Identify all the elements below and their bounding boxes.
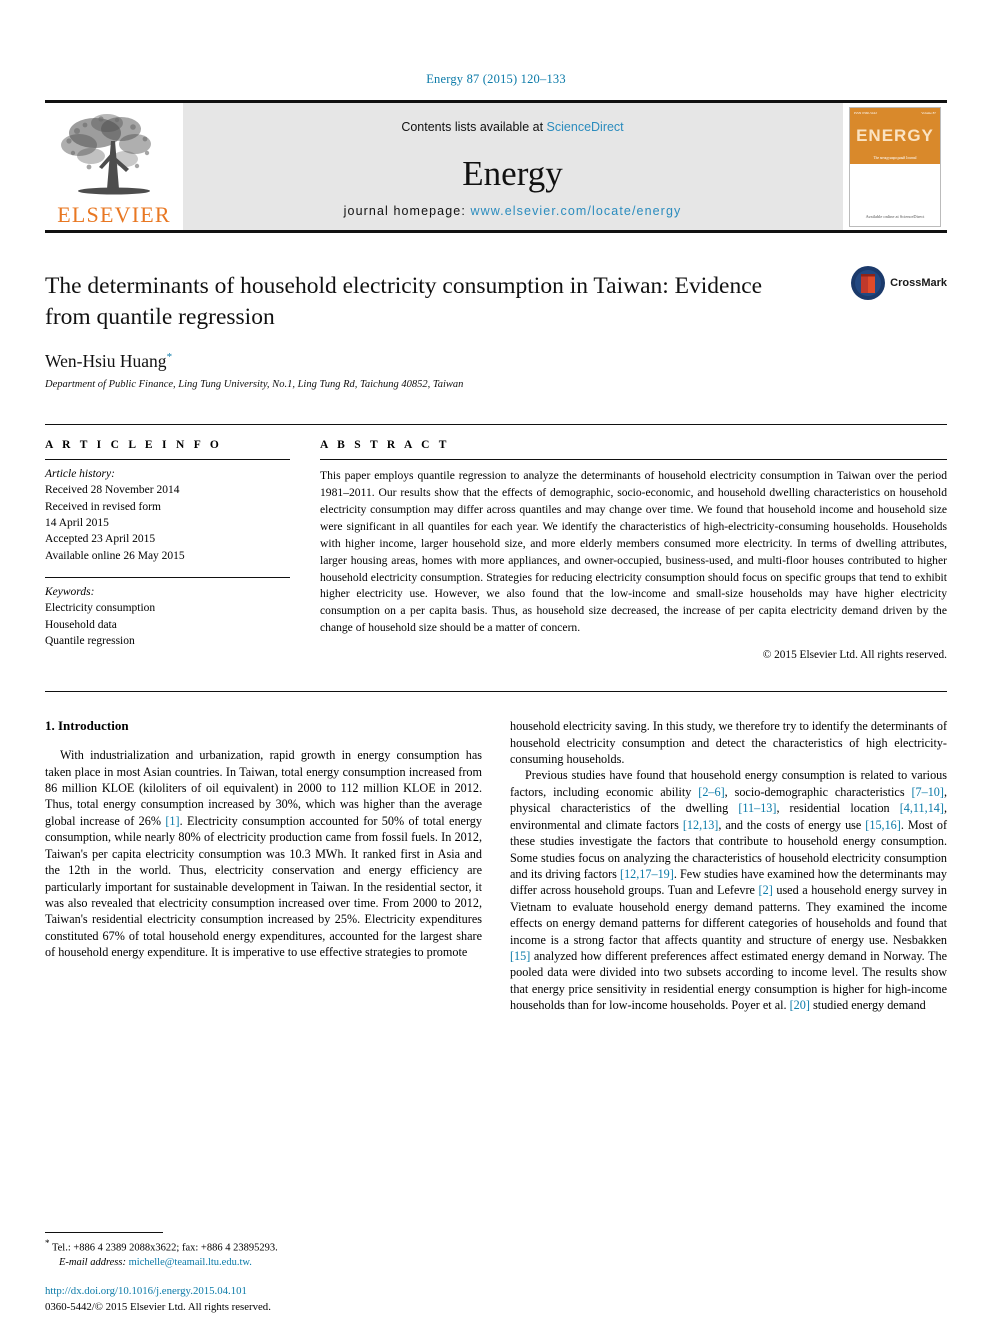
cover-image: ISSN 0360-5442 Volume 87 ENERGY The межд… — [849, 107, 941, 227]
crossmark-icon — [851, 266, 886, 300]
abstract-heading: A B S T R A C T — [320, 439, 450, 452]
intro-paragraph-left: With industrialization and urbanization,… — [45, 747, 482, 960]
citation-ref-12-13[interactable]: [12,13] — [683, 818, 719, 832]
copyright-line: © 2015 Elsevier Ltd. All rights reserved… — [762, 649, 947, 662]
article-info-heading: A R T I C L E I N F O — [45, 439, 223, 452]
keyword-item: Electricity consumption — [45, 602, 156, 615]
history-item: Available online 26 May 2015 — [45, 549, 185, 562]
footnote-telephone: Tel.: +886 4 2389 2088x3622; fax: +886 4… — [51, 1242, 278, 1254]
footnote-rule — [45, 1231, 163, 1233]
running-head: Energy 87 (2015) 120–133 — [426, 72, 566, 86]
citation-ref-7-10[interactable]: [7–10] — [911, 785, 944, 799]
citation-ref-12-17-19[interactable]: [12,17–19] — [620, 867, 674, 881]
article-page: Energy 87 (2015) 120–133 ELSEVIER Conten… — [0, 0, 992, 1323]
citation-ref-20[interactable]: [20] — [790, 998, 810, 1012]
info-abstract-section: A R T I C L E I N F O Article history: R… — [45, 424, 947, 661]
sciencedirect-link[interactable]: ScienceDirect — [547, 120, 624, 134]
cover-top-meta: ISSN 0360-5442 Volume 87 — [854, 111, 936, 115]
cover-body: Available online at ScienceDirect — [850, 164, 940, 226]
homepage-url-link[interactable]: www.elsevier.com/locate/energy — [470, 204, 681, 218]
doi-link[interactable]: http://dx.doi.org/10.1016/j.energy.2015.… — [45, 1283, 485, 1299]
keyword-item: Household data — [45, 618, 117, 631]
keywords-group: Keywords: Electricity consumption Househ… — [45, 578, 290, 649]
body-column-right: household electricity saving. In this st… — [510, 718, 947, 1013]
footnote-marker: * — [45, 1237, 50, 1248]
corresponding-author-marker[interactable]: * — [167, 351, 173, 363]
author-name: Wen-Hsiu Huang — [45, 351, 167, 372]
journal-masthead: ELSEVIER Contents lists available at Sci… — [45, 100, 947, 230]
cover-issn: ISSN 0360-5442 — [854, 111, 877, 115]
citation-ref-11-13[interactable]: [11–13] — [738, 801, 776, 815]
elsevier-wordmark: ELSEVIER — [57, 202, 171, 227]
body-column-left: 1. Introduction With industrialization a… — [45, 718, 482, 1013]
history-item: 14 April 2015 — [45, 517, 109, 530]
body-separator-rule — [45, 691, 947, 693]
journal-cover-thumbnail: ISSN 0360-5442 Volume 87 ENERGY The межд… — [842, 103, 947, 230]
elsevier-logo: ELSEVIER — [45, 103, 183, 230]
prev-studies-text-b: , socio-demographic characteristics — [724, 784, 905, 799]
article-history-label: Article history: — [45, 468, 115, 481]
homepage-prefix: journal homepage: — [343, 204, 466, 218]
masthead-center: Contents lists available at ScienceDirec… — [183, 103, 842, 230]
section-heading-introduction: 1. Introduction — [45, 718, 129, 734]
citation-ref-15-16[interactable]: [15,16] — [865, 818, 901, 832]
citation-ref-2[interactable]: [2] — [759, 883, 773, 897]
elsevier-tree-icon — [61, 114, 151, 195]
history-item: Accepted 23 April 2015 — [45, 533, 156, 546]
footnote-email-line: E-mail address: michelle@teamail.ltu.edu… — [45, 1256, 475, 1271]
cover-footer-text: Available online at ScienceDirect — [865, 214, 925, 219]
abstract-column: A B S T R A C T This paper employs quant… — [320, 425, 947, 661]
history-item: Received in revised form — [45, 500, 161, 513]
email-address-link[interactable]: michelle@teamail.ltu.edu.tw. — [129, 1257, 252, 1268]
keywords-label: Keywords: — [45, 586, 95, 598]
prev-studies-text-k: studied energy demand — [809, 998, 926, 1013]
prev-studies-text-f: , and the costs of energy use — [718, 817, 862, 832]
page-title: The determinants of household electricit… — [45, 273, 763, 331]
cover-band: ISSN 0360-5442 Volume 87 ENERGY The межд… — [850, 108, 940, 164]
citation-ref-2-6[interactable]: [2–6] — [698, 785, 724, 799]
history-item: Received 28 November 2014 — [45, 484, 180, 497]
intro-left-text-b: . Electricity consumption accounted for … — [45, 813, 482, 960]
journal-homepage-line: journal homepage: www.elsevier.com/locat… — [344, 204, 682, 218]
citation-ref-15[interactable]: [15] — [510, 949, 530, 963]
keyword-item: Quantile regression — [45, 634, 135, 647]
title-block: CrossMark The determinants of household … — [45, 266, 947, 391]
body-columns: 1. Introduction With industrialization a… — [45, 718, 947, 1013]
affiliation: Department of Public Finance, Ling Tung … — [45, 379, 464, 391]
cover-title: ENERGY — [856, 126, 934, 145]
contents-available-line: Contents lists available at ScienceDirec… — [401, 120, 623, 134]
contents-prefix: Contents lists available at — [401, 120, 544, 134]
footnote-block: * Tel.: +886 4 2389 2088x3622; fax: +886… — [45, 1231, 475, 1271]
footnote-contact-line: * Tel.: +886 4 2389 2088x3622; fax: +886… — [45, 1237, 475, 1256]
doi-block: http://dx.doi.org/10.1016/j.energy.2015.… — [45, 1283, 485, 1315]
citation-ref-1[interactable]: [1] — [165, 814, 179, 828]
abstract-body: This paper employs quantile regression t… — [320, 469, 947, 635]
intro-paragraph-right-1: household electricity saving. In this st… — [510, 719, 947, 767]
article-history-group: Article history: Received 28 November 20… — [45, 460, 290, 564]
masthead-bottom-rule — [45, 230, 947, 233]
crossmark-label: CrossMark — [890, 277, 947, 289]
cover-volume: Volume 87 — [921, 111, 936, 115]
citation-ref-4-11-14[interactable]: [4,11,14] — [900, 801, 944, 815]
journal-title: Energy — [462, 154, 563, 193]
cover-tagline: The международный Journal — [873, 156, 917, 160]
issn-copyright-line: 0360-5442/© 2015 Elsevier Ltd. All right… — [45, 1300, 271, 1313]
author-list: Wen-Hsiu Huang* — [45, 351, 947, 372]
article-info-column: A R T I C L E I N F O Article history: R… — [45, 425, 290, 661]
prev-studies-text-d: , residential location — [776, 801, 890, 816]
intro-paragraph-right-2: Previous studies have found that househo… — [510, 767, 947, 1013]
crossmark-badge[interactable]: CrossMark — [850, 265, 947, 301]
email-label: E-mail address: — [59, 1257, 126, 1269]
